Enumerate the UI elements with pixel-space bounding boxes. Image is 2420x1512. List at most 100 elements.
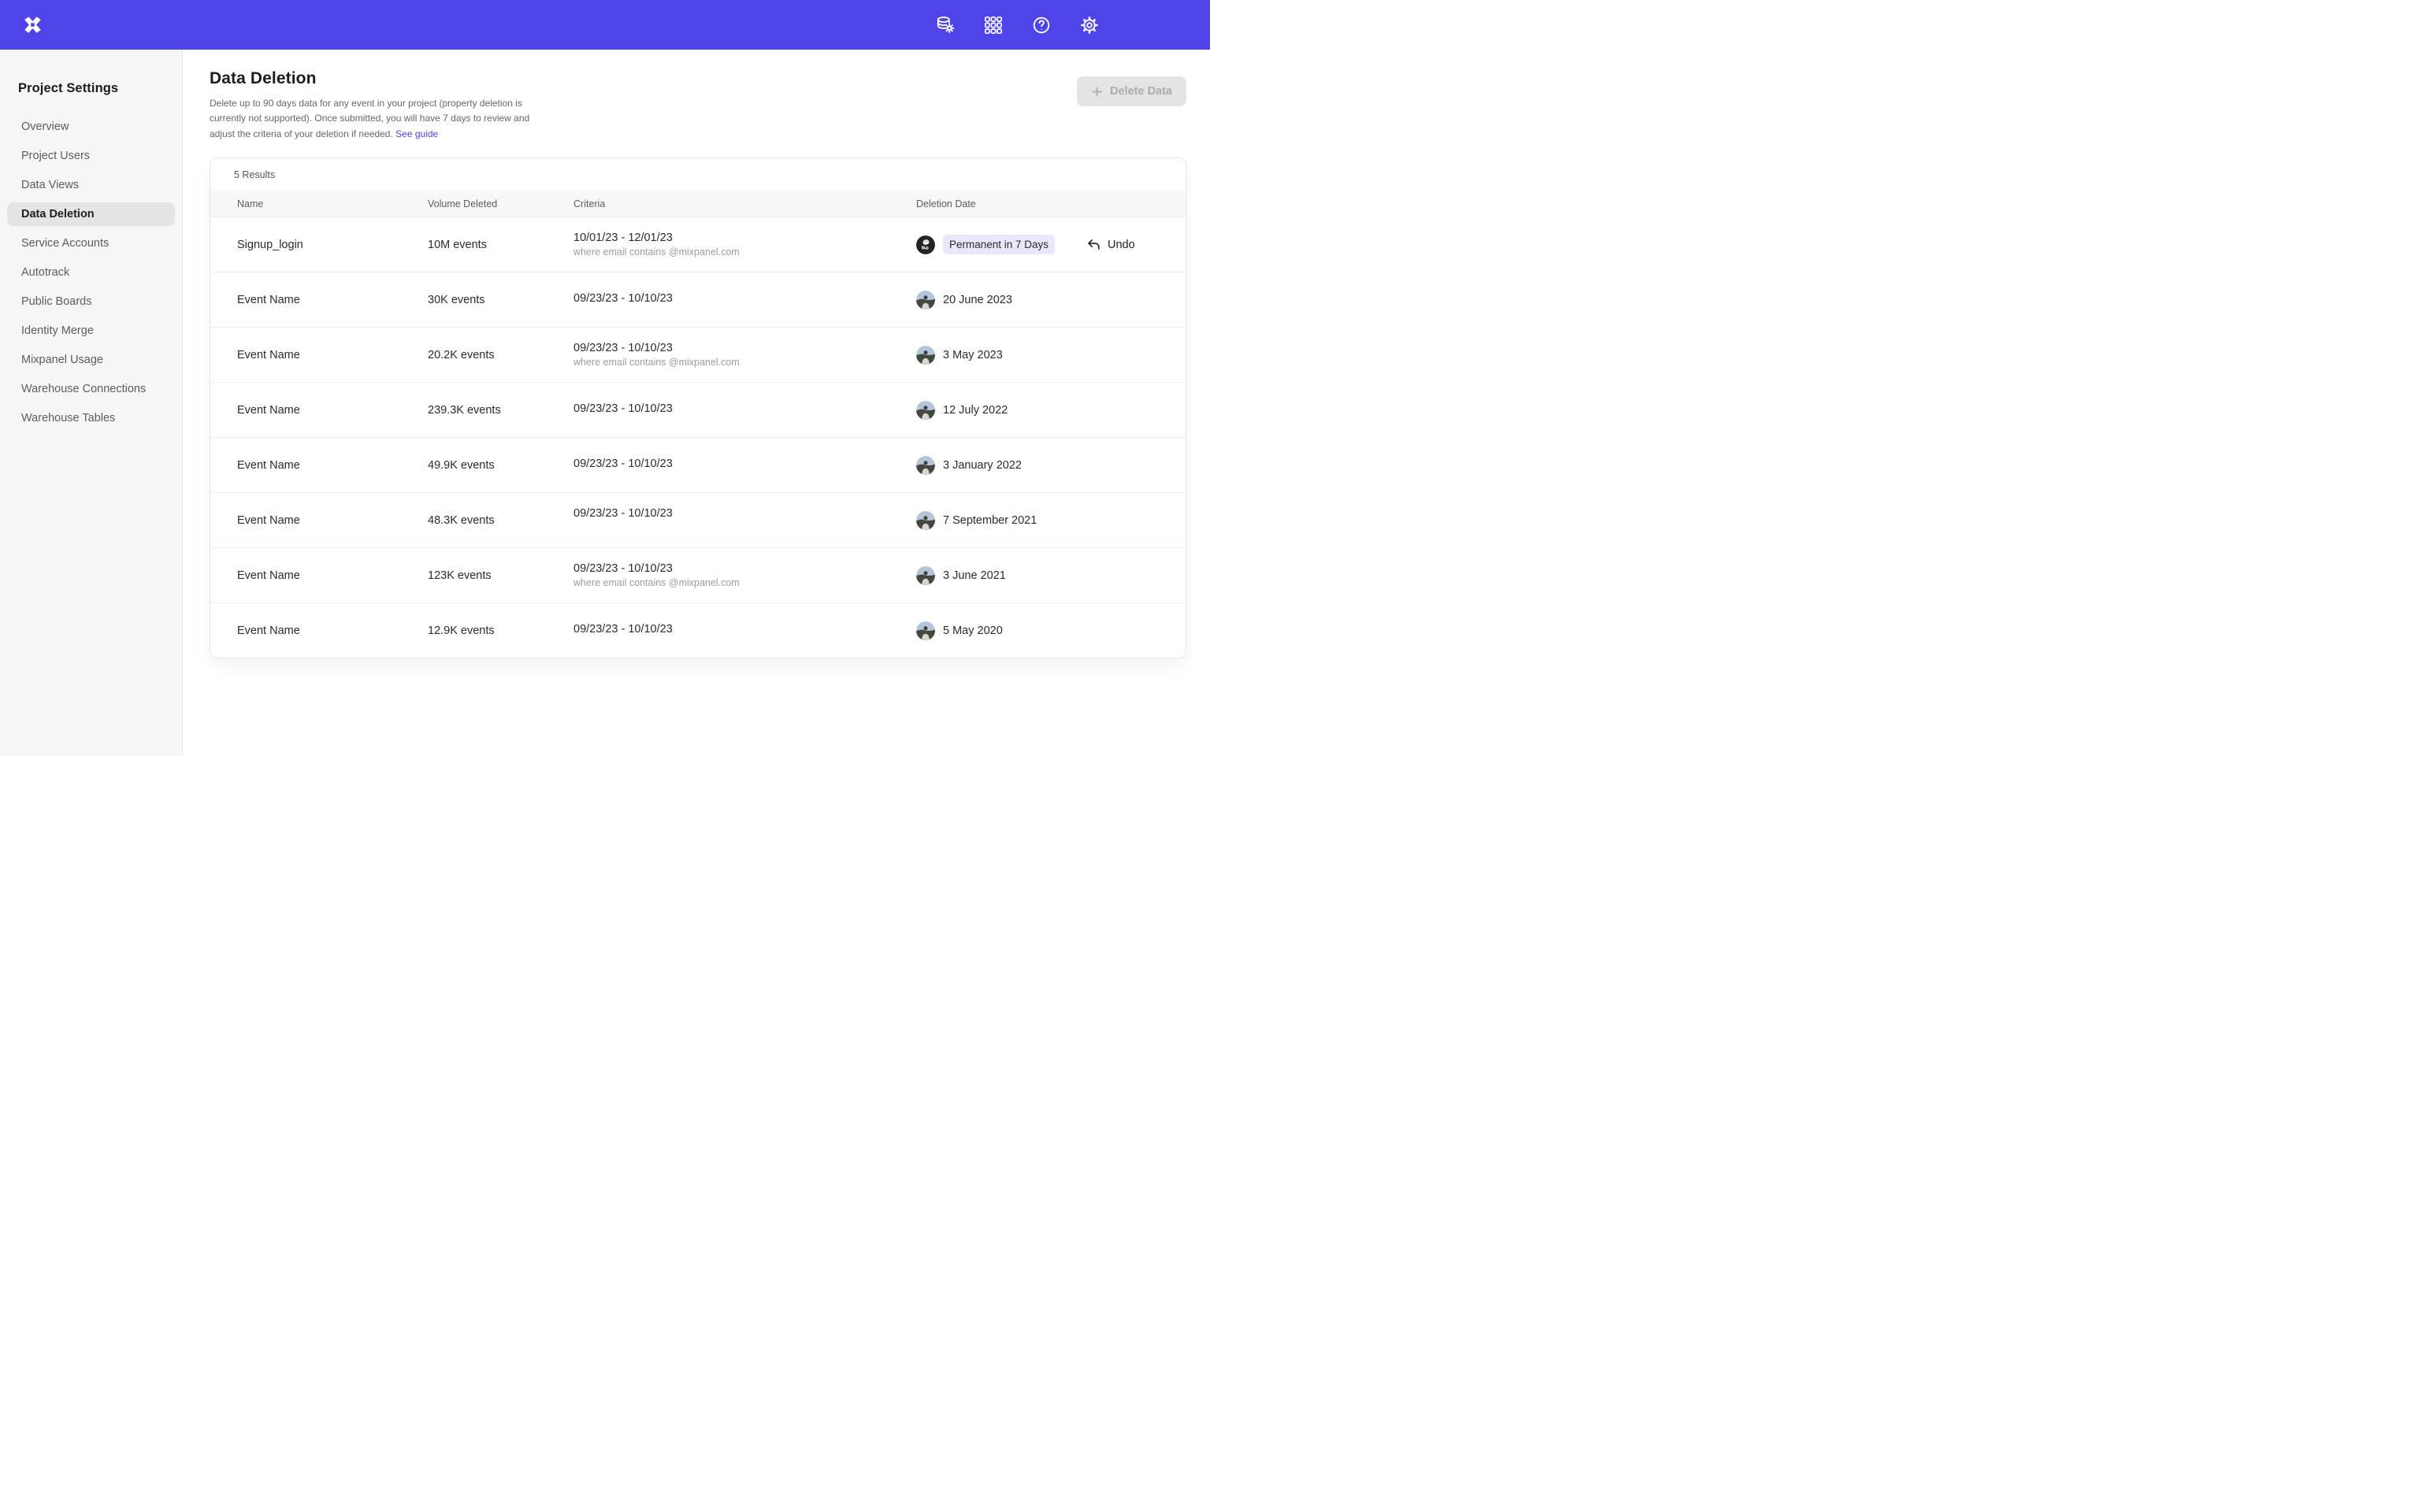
settings-gear-icon[interactable] (1079, 15, 1100, 35)
undo-button[interactable]: Undo (1063, 237, 1135, 252)
volume-deleted: 20.2K events (428, 349, 573, 361)
delete-data-button[interactable]: Delete Data (1077, 76, 1186, 106)
criteria: 10/01/23 - 12/01/23 where email contains… (573, 232, 916, 258)
results-count: 5 Results (210, 158, 1186, 191)
help-icon[interactable] (1031, 15, 1052, 35)
deletion-table-card: 5 Results Name Volume Deleted Criteria D… (210, 158, 1186, 658)
delete-data-label: Delete Data (1110, 85, 1172, 98)
criteria-range: 09/23/23 - 10/10/23 (573, 623, 916, 636)
main-content: Data Deletion Delete up to 90 days data … (183, 50, 1210, 756)
deletion-date: 12 July 2022 (916, 401, 1063, 420)
volume-deleted: 49.9K events (428, 459, 573, 472)
sidebar-item-warehouse-connections[interactable]: Warehouse Connections (7, 377, 175, 401)
avatar (916, 291, 935, 309)
undo-cell: Undo (1063, 237, 1164, 252)
avatar (916, 235, 935, 254)
deletion-date-text: 20 June 2023 (943, 294, 1012, 306)
volume-deleted: 48.3K events (428, 514, 573, 527)
deletion-date: 20 June 2023 (916, 291, 1063, 309)
deletion-date: 3 January 2022 (916, 456, 1063, 475)
undo-icon (1086, 237, 1101, 252)
status-badge: Permanent in 7 Days (943, 235, 1055, 254)
criteria-range: 10/01/23 - 12/01/23 (573, 232, 916, 244)
table-row: Event Name 30K events 09/23/23 - 10/10/2… (210, 272, 1186, 327)
column-header-volume-deleted: Volume Deleted (428, 198, 573, 209)
deletion-date-text: 12 July 2022 (943, 404, 1008, 417)
deletion-date: 3 May 2023 (916, 346, 1063, 365)
deletion-date-text: 3 May 2023 (943, 349, 1003, 361)
deletion-date-text: 5 May 2020 (943, 624, 1003, 637)
volume-deleted: 10M events (428, 239, 573, 251)
event-name: Event Name (237, 349, 428, 361)
sidebar-item-mixpanel-usage[interactable]: Mixpanel Usage (7, 348, 175, 372)
table-row: Event Name 239.3K events 09/23/23 - 10/1… (210, 382, 1186, 437)
deletion-date: Permanent in 7 Days (916, 235, 1063, 254)
sidebar-item-overview[interactable]: Overview (7, 115, 175, 139)
criteria: 09/23/23 - 10/10/23 (573, 458, 916, 472)
avatar (916, 621, 935, 640)
event-name: Event Name (237, 624, 428, 637)
criteria-condition: where email contains @mixpanel.com (573, 357, 916, 368)
criteria: 09/23/23 - 10/10/23 (573, 507, 916, 533)
sidebar-item-data-views[interactable]: Data Views (7, 173, 175, 197)
criteria-condition: where email contains @mixpanel.com (573, 246, 916, 258)
criteria: 09/23/23 - 10/10/23 where email contains… (573, 562, 916, 588)
table-row: Event Name 49.9K events 09/23/23 - 10/10… (210, 437, 1186, 492)
sidebar-item-service-accounts[interactable]: Service Accounts (7, 232, 175, 255)
avatar (916, 566, 935, 585)
sidebar-item-data-deletion[interactable]: Data Deletion (7, 202, 175, 226)
criteria: 09/23/23 - 10/10/23 (573, 402, 916, 417)
data-management-icon[interactable] (935, 15, 956, 35)
sidebar-item-autotrack[interactable]: Autotrack (7, 261, 175, 284)
table-header: Name Volume Deleted Criteria Deletion Da… (210, 191, 1186, 217)
volume-deleted: 123K events (428, 569, 573, 582)
table-row: Event Name 20.2K events 09/23/23 - 10/10… (210, 327, 1186, 382)
deletion-date-text: 3 January 2022 (943, 459, 1022, 472)
see-guide-link[interactable]: See guide (395, 128, 438, 139)
event-name: Event Name (237, 294, 428, 306)
mixpanel-logo[interactable] (22, 14, 43, 35)
event-name: Event Name (237, 514, 428, 527)
avatar (916, 511, 935, 530)
criteria: 09/23/23 - 10/10/23 (573, 623, 916, 638)
description-line-3: adjust the criteria of your deletion if … (210, 128, 393, 139)
nav-icon-group (935, 15, 1100, 35)
criteria-range: 09/23/23 - 10/10/23 (573, 292, 916, 305)
table-row: Event Name 12.9K events 09/23/23 - 10/10… (210, 602, 1186, 658)
event-name: Event Name (237, 569, 428, 582)
column-header-deletion-date: Deletion Date (916, 198, 1164, 209)
criteria: 09/23/23 - 10/10/23 where email contains… (573, 342, 916, 368)
top-nav (0, 0, 1210, 50)
event-name: Event Name (237, 404, 428, 417)
sidebar-item-warehouse-tables[interactable]: Warehouse Tables (7, 406, 175, 430)
deletion-date: 3 June 2021 (916, 566, 1063, 585)
sidebar-nav: Overview Project Users Data Views Data D… (7, 115, 175, 430)
criteria-condition: where email contains @mixpanel.com (573, 577, 916, 588)
column-header-criteria: Criteria (573, 198, 916, 209)
avatar (916, 401, 935, 420)
table-row: Signup_login 10M events 10/01/23 - 12/01… (210, 217, 1186, 272)
column-header-name: Name (237, 198, 428, 209)
deletion-date: 7 September 2021 (916, 511, 1063, 530)
page-description: Delete up to 90 days data for any event … (210, 96, 651, 142)
criteria-range: 09/23/23 - 10/10/23 (573, 402, 916, 415)
apps-grid-icon[interactable] (983, 15, 1004, 35)
page-header: Data Deletion Delete up to 90 days data … (210, 69, 1186, 142)
event-name: Signup_login (237, 239, 428, 251)
criteria-range: 09/23/23 - 10/10/23 (573, 507, 916, 520)
sidebar-title: Project Settings (18, 81, 175, 96)
description-line-1: Delete up to 90 days data for any event … (210, 98, 522, 109)
page-title: Data Deletion (210, 69, 651, 88)
table-row: Event Name 123K events 09/23/23 - 10/10/… (210, 547, 1186, 602)
sidebar-item-public-boards[interactable]: Public Boards (7, 290, 175, 313)
criteria-range: 09/23/23 - 10/10/23 (573, 562, 916, 575)
sidebar-item-identity-merge[interactable]: Identity Merge (7, 319, 175, 343)
deletion-date-text: 7 September 2021 (943, 514, 1037, 527)
volume-deleted: 239.3K events (428, 404, 573, 417)
criteria-range: 09/23/23 - 10/10/23 (573, 342, 916, 354)
sidebar-item-project-users[interactable]: Project Users (7, 144, 175, 168)
deletion-date-text: 3 June 2021 (943, 569, 1006, 582)
criteria-range: 09/23/23 - 10/10/23 (573, 458, 916, 470)
event-name: Event Name (237, 459, 428, 472)
deletion-date: 5 May 2020 (916, 621, 1063, 640)
